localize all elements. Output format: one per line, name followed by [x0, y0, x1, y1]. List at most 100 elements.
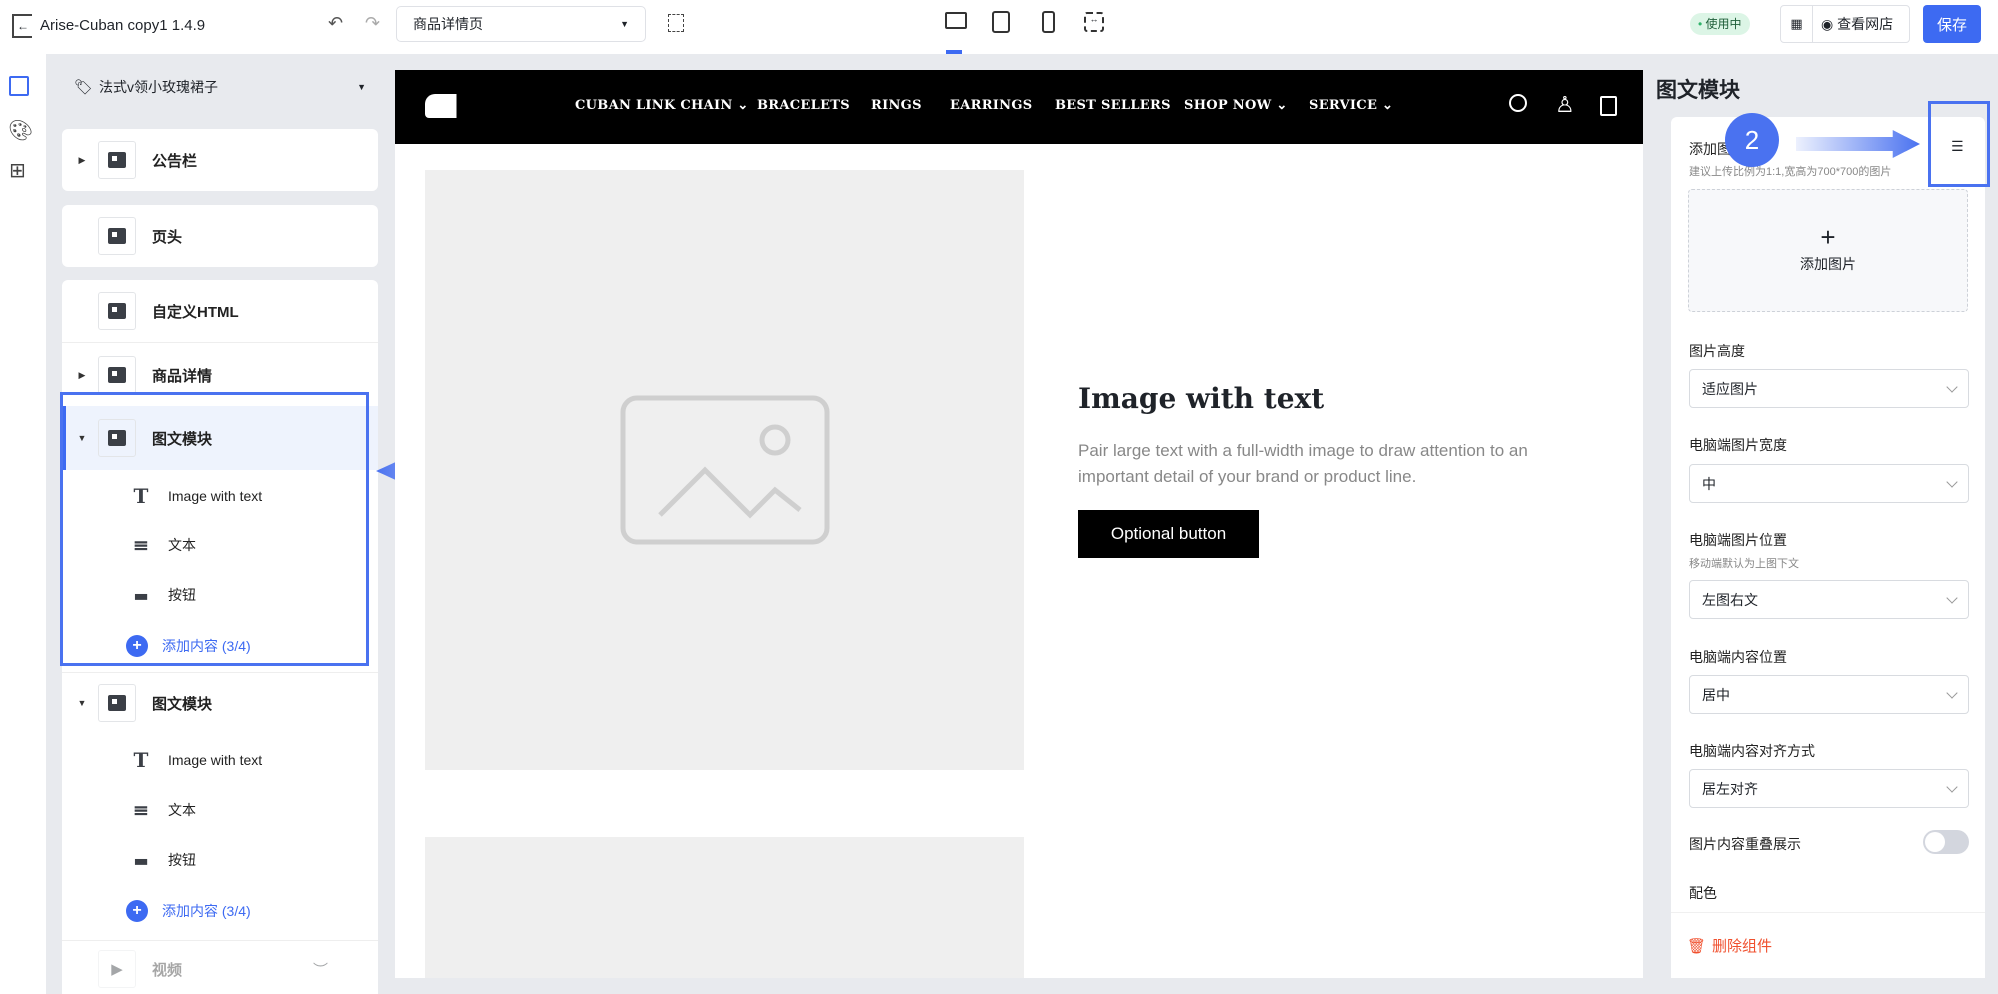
store-logo — [425, 94, 457, 118]
store-nav: CUBAN LINK CHAIN ⌄ BRACELETS RINGS EARRI… — [395, 70, 1643, 144]
nav-item[interactable]: SERVICE ⌄ — [1309, 98, 1393, 113]
block-item-button[interactable]: ▬ 按钮 — [62, 840, 196, 880]
settings-card: 添加图 建议上传比例为1:1,宽高为700*700的图片 + 添加图片 图片高度 … — [1671, 117, 1985, 978]
nav-item[interactable]: RINGS — [871, 98, 922, 113]
qrcode-icon[interactable]: ▦ — [1781, 6, 1813, 42]
field-hint: 移动端默认为上图下文 — [1689, 558, 1799, 570]
section-label: 自定义HTML — [152, 303, 239, 321]
view-store-button[interactable]: ◉ 查看网店 — [1813, 14, 1893, 34]
overlap-toggle[interactable] — [1923, 830, 1969, 854]
image-height-select[interactable]: 适应图片 — [1689, 369, 1969, 408]
section-card: 页头 — [62, 205, 378, 267]
caret-right-icon[interactable]: ▶ — [72, 370, 92, 381]
view-store-group: ▦ ◉ 查看网店 — [1780, 5, 1910, 43]
chevron-down-icon — [1946, 380, 1958, 393]
field-label: 电脑端图片位置 — [1689, 532, 1787, 548]
highlight-box-1 — [60, 392, 369, 666]
step-badge-2: 2 — [1725, 113, 1779, 167]
settings-panel: 图文模块 添加图 建议上传比例为1:1,宽高为700*700的图片 + 添加图片 … — [1654, 54, 1998, 994]
layout-icon[interactable] — [9, 76, 29, 96]
apps-icon[interactable]: ⊞ — [9, 158, 26, 183]
upload-image-button[interactable]: + 添加图片 — [1688, 189, 1968, 312]
nav-item[interactable]: SHOP NOW ⌄ — [1184, 98, 1288, 113]
section-label: 视频 — [152, 961, 183, 979]
chevron-down-icon — [1946, 475, 1958, 488]
field-label: 电脑端内容位置 — [1689, 649, 1787, 665]
optional-button[interactable]: Optional button — [1078, 510, 1259, 558]
text-type-icon: T — [133, 748, 149, 772]
redo-icon[interactable]: ↷ — [365, 13, 380, 34]
section-custom-html[interactable]: 自定义HTML — [62, 286, 378, 336]
caret-down-icon[interactable]: ▼ — [72, 698, 92, 708]
color-label: 配色 — [1689, 885, 1717, 901]
tablet-icon[interactable] — [992, 11, 1010, 33]
delete-label: 删除组件 — [1712, 938, 1773, 955]
fullscreen-icon[interactable]: ↔ — [1084, 12, 1104, 32]
nav-item[interactable]: CUBAN LINK CHAIN ⌄ — [575, 98, 749, 113]
desktop-icon[interactable] — [945, 12, 967, 29]
item-label: 按钮 — [168, 852, 196, 868]
field-label: 电脑端内容对齐方式 — [1689, 743, 1815, 759]
html-icon — [98, 292, 136, 330]
section-video[interactable]: ▶ 视频 ︶ — [62, 944, 378, 994]
image-placeholder — [425, 170, 1024, 770]
delete-component-button[interactable]: 🗑︎ 删除组件 — [1671, 912, 1985, 978]
clipboard-icon — [98, 141, 136, 179]
paragraph-icon: ≡ — [132, 798, 150, 822]
block-item-heading[interactable]: T Image with text — [62, 740, 263, 780]
block-item-text[interactable]: ≡ 文本 — [62, 790, 196, 830]
exit-icon[interactable]: ← — [12, 14, 32, 38]
image-width-select[interactable]: 中 — [1689, 464, 1969, 503]
section-heading: Image with text — [1078, 382, 1325, 415]
image-placeholder — [425, 837, 1024, 978]
section-body: Pair large text with a full-width image … — [1078, 441, 1528, 486]
nav-item[interactable]: EARRINGS — [950, 98, 1032, 113]
plus-icon: + — [126, 900, 148, 922]
caret-down-icon: ▼ — [357, 82, 366, 92]
add-content-label: 添加内容 (3/4) — [162, 903, 251, 919]
panel-title: 图文模块 — [1656, 79, 1740, 102]
section-label: 公告栏 — [152, 152, 198, 170]
hidden-eye-icon[interactable]: ︶ — [313, 959, 328, 980]
add-content-button[interactable]: + 添加内容 (3/4) — [126, 891, 251, 931]
chevron-down-icon — [1946, 780, 1958, 793]
highlight-box-2: ☰ — [1928, 101, 1990, 187]
undo-icon[interactable]: ↶ — [328, 13, 343, 34]
video-icon: ▶ — [98, 950, 136, 988]
icon-rail: 🎨︎ ⊞ — [0, 54, 46, 994]
section-image-text-2[interactable]: ▼ 图文模块 — [62, 678, 378, 728]
content-align-select[interactable]: 居左对齐 — [1689, 769, 1969, 808]
image-icon — [620, 395, 830, 545]
caret-right-icon[interactable]: ▶ — [72, 155, 92, 166]
product-select[interactable]: 🏷︎ 法式v领小玫瑰裙子 ▼ — [62, 58, 378, 116]
section-card: ▶ 公告栏 — [62, 129, 378, 191]
cart-icon[interactable] — [1600, 96, 1617, 116]
trash-icon: 🗑︎ — [1687, 937, 1707, 955]
content-position-select[interactable]: 居中 — [1689, 675, 1969, 714]
product-select-value: 法式v领小玫瑰裙子 — [99, 79, 219, 95]
page-select[interactable]: 商品详情页 ▼ — [396, 6, 646, 42]
search-icon[interactable] — [1509, 94, 1527, 112]
data-source-icon[interactable]: ☰ — [1951, 138, 1964, 155]
section-announcement[interactable]: ▶ 公告栏 — [62, 135, 378, 185]
image-hint: 建议上传比例为1:1,宽高为700*700的图片 — [1689, 166, 1892, 178]
select-element-icon[interactable] — [668, 14, 684, 32]
nav-item[interactable]: BEST SELLERS — [1055, 98, 1171, 113]
product-icon — [98, 356, 136, 394]
mobile-icon[interactable] — [1042, 11, 1055, 33]
palette-icon[interactable]: 🎨︎ — [8, 118, 33, 143]
button-cursor-icon: ▬ — [133, 850, 149, 870]
chevron-down-icon — [1946, 686, 1958, 699]
app-title: Arise-Cuban copy1 1.4.9 — [40, 17, 206, 34]
field-label: 电脑端图片宽度 — [1689, 437, 1787, 453]
section-header[interactable]: 页头 — [62, 211, 378, 261]
section-label: 图文模块 — [152, 695, 213, 713]
tag-icon: 🏷︎ — [74, 79, 94, 96]
account-icon[interactable]: ♙ — [1555, 92, 1575, 118]
save-button[interactable]: 保存 — [1923, 5, 1981, 43]
active-device-indicator — [946, 50, 962, 54]
image-position-select[interactable]: 左图右文 — [1689, 580, 1969, 619]
nav-item[interactable]: BRACELETS — [757, 98, 850, 113]
field-label: 图片高度 — [1689, 343, 1745, 359]
preview-canvas: CUBAN LINK CHAIN ⌄ BRACELETS RINGS EARRI… — [395, 70, 1643, 978]
